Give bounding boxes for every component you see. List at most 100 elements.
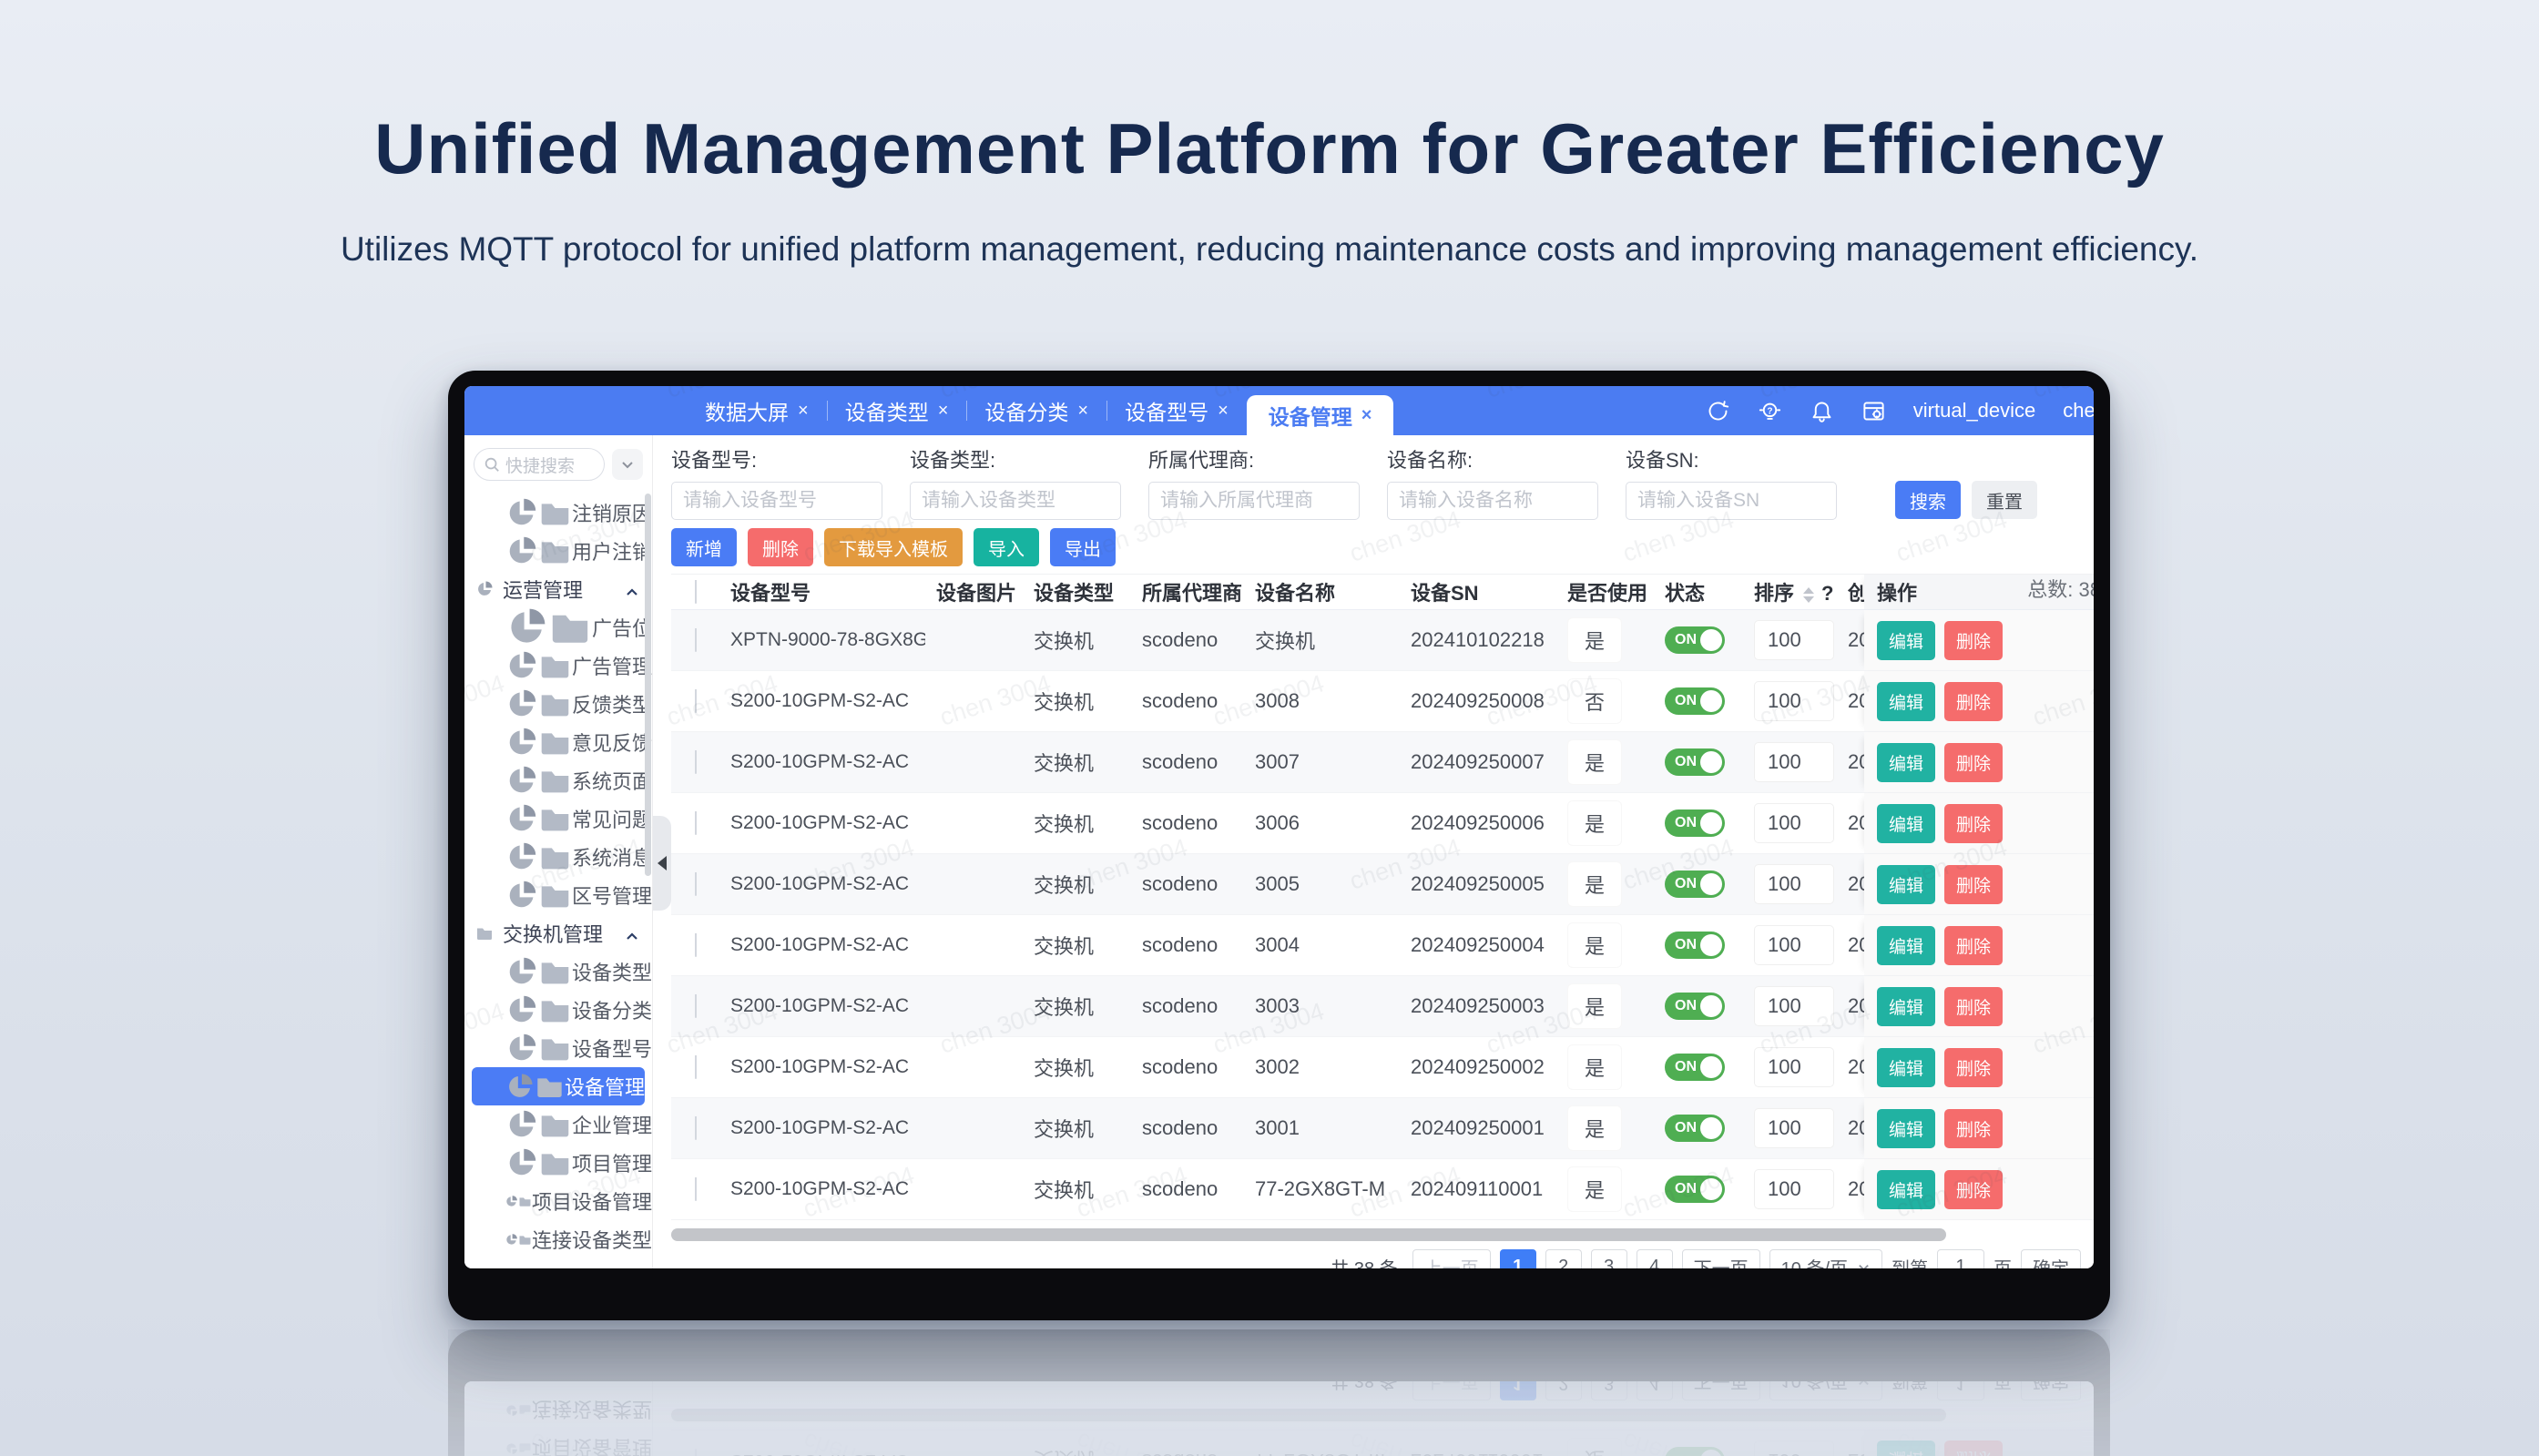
row-checkbox[interactable] — [695, 628, 697, 652]
tab-close-icon[interactable]: × — [1361, 405, 1372, 426]
sidebar-menu-item[interactable]: 意见反馈 — [464, 723, 652, 761]
prev-page-button[interactable]: 上一页 — [1412, 1249, 1491, 1268]
in-use-value[interactable]: 否 — [1567, 678, 1622, 724]
tab-item[interactable]: 数据大屏 × — [687, 386, 827, 435]
in-use-value[interactable]: 是 — [1567, 1044, 1622, 1090]
row-checkbox[interactable] — [695, 1177, 697, 1201]
action-button[interactable]: 下载导入模板 — [824, 528, 963, 566]
page-number-button[interactable]: 3 — [1591, 1249, 1627, 1268]
filter-input[interactable] — [1626, 482, 1837, 520]
sidebar-menu-item[interactable]: 用户注销 — [464, 532, 652, 570]
tab-close-icon[interactable]: × — [938, 401, 949, 422]
status-toggle[interactable]: ON — [1665, 993, 1725, 1020]
reset-button[interactable]: 重置 — [1972, 481, 2037, 519]
hint-bulb-icon[interactable]: ? — [1758, 399, 1782, 423]
username-secondary[interactable]: chen — [2063, 399, 2094, 423]
sidebar-menu-item[interactable]: 广告管理 — [464, 647, 652, 685]
row-checkbox[interactable] — [695, 994, 697, 1018]
goto-page-input[interactable] — [1937, 1249, 1984, 1268]
horizontal-scrollbar[interactable] — [671, 1228, 1946, 1241]
sidebar-collapse-handle[interactable] — [653, 816, 671, 911]
status-toggle[interactable]: ON — [1665, 1176, 1725, 1203]
filter-input[interactable] — [1387, 482, 1598, 520]
status-toggle[interactable]: ON — [1665, 1054, 1725, 1081]
in-use-value[interactable]: 是 — [1567, 617, 1622, 663]
edit-button[interactable]: 编辑 — [1877, 804, 1935, 843]
sort-value-input[interactable]: 100 — [1754, 986, 1834, 1026]
delete-button[interactable]: 删除 — [1944, 1048, 2003, 1087]
page-size-select[interactable]: 10 条/页 — [1769, 1249, 1882, 1268]
sidebar-menu-item[interactable]: 设备管理 — [472, 1067, 645, 1105]
edit-button[interactable]: 编辑 — [1877, 987, 1935, 1026]
row-checkbox[interactable] — [695, 811, 697, 835]
status-toggle[interactable]: ON — [1665, 748, 1725, 776]
sidebar-scrollbar-thumb[interactable] — [645, 494, 651, 876]
in-use-value[interactable]: 是 — [1567, 922, 1622, 968]
row-checkbox[interactable] — [695, 1116, 697, 1140]
edit-button[interactable]: 编辑 — [1877, 1170, 1935, 1209]
tab-item[interactable]: 设备分类 × — [966, 386, 1106, 435]
sidebar-menu-item[interactable]: 区号管理 — [464, 876, 652, 914]
sidebar-menu-item[interactable]: 系统页面 — [464, 761, 652, 799]
delete-button[interactable]: 删除 — [1944, 743, 2003, 782]
chevron-up-icon[interactable] — [625, 582, 639, 596]
sidebar-menu-item[interactable]: 企业管理 — [464, 1105, 652, 1144]
sidebar-menu-item[interactable]: 常见问题 — [464, 799, 652, 838]
row-checkbox[interactable] — [695, 1055, 697, 1079]
sidebar-menu-item[interactable]: 交换机管理 — [464, 914, 652, 952]
username-virtual-device[interactable]: virtual_device — [1913, 399, 2036, 423]
sort-value-input[interactable]: 100 — [1754, 681, 1834, 721]
sort-value-input[interactable]: 100 — [1754, 1169, 1834, 1209]
tab-item[interactable]: 设备管理 × — [1247, 395, 1394, 435]
tab-item[interactable]: 设备型号 × — [1106, 386, 1247, 435]
sort-value-input[interactable]: 100 — [1754, 1108, 1834, 1148]
filter-input[interactable] — [1148, 482, 1360, 520]
tab-close-icon[interactable]: × — [1077, 401, 1088, 422]
delete-button[interactable]: 删除 — [1944, 987, 2003, 1026]
delete-button[interactable]: 删除 — [1944, 865, 2003, 904]
edit-button[interactable]: 编辑 — [1877, 926, 1935, 965]
sort-value-input[interactable]: 100 — [1754, 925, 1834, 965]
status-toggle[interactable]: ON — [1665, 1115, 1725, 1142]
search-button[interactable]: 搜索 — [1895, 481, 1961, 519]
delete-button[interactable]: 删除 — [1944, 1109, 2003, 1148]
sort-value-input[interactable]: 100 — [1754, 1047, 1834, 1087]
sidebar-menu-item[interactable]: 设备分类 — [464, 991, 652, 1029]
in-use-value[interactable]: 是 — [1567, 1105, 1622, 1151]
row-checkbox[interactable] — [695, 872, 697, 896]
sidebar-search-input[interactable]: 快捷搜索 — [474, 448, 605, 481]
delete-button[interactable]: 删除 — [1944, 1170, 2003, 1209]
edit-button[interactable]: 编辑 — [1877, 743, 1935, 782]
sidebar-search-dropdown-button[interactable] — [612, 449, 643, 480]
sidebar-menu-item[interactable]: 运营管理 — [464, 570, 652, 608]
edit-button[interactable]: 编辑 — [1877, 1109, 1935, 1148]
tab-item[interactable]: 设备类型 × — [827, 386, 967, 435]
row-checkbox[interactable] — [695, 750, 697, 774]
page-number-button[interactable]: 4 — [1637, 1249, 1673, 1268]
sidebar-menu-item[interactable]: 设备类型 — [464, 952, 652, 991]
status-toggle[interactable]: ON — [1665, 626, 1725, 654]
sidebar-menu-item[interactable]: 广告位 — [464, 608, 652, 647]
action-button[interactable]: 导入 — [974, 528, 1039, 566]
bell-icon[interactable] — [1810, 399, 1834, 423]
status-toggle[interactable]: ON — [1665, 932, 1725, 959]
settings-panel-icon[interactable] — [1861, 399, 1886, 423]
delete-button[interactable]: 删除 — [1944, 926, 2003, 965]
row-checkbox[interactable] — [695, 933, 697, 957]
sort-help-icon[interactable]: ? — [1821, 582, 1833, 605]
delete-button[interactable]: 删除 — [1944, 621, 2003, 660]
action-button[interactable]: 删除 — [748, 528, 813, 566]
in-use-value[interactable]: 是 — [1567, 800, 1622, 846]
sidebar-menu-item[interactable]: 项目设备管理 — [464, 1182, 652, 1220]
sort-carets-icon[interactable] — [1803, 587, 1814, 603]
tab-close-icon[interactable]: × — [1218, 401, 1229, 422]
in-use-value[interactable]: 是 — [1567, 983, 1622, 1029]
action-button[interactable]: 新增 — [671, 528, 737, 566]
edit-button[interactable]: 编辑 — [1877, 682, 1935, 721]
page-number-button[interactable]: 1 — [1500, 1249, 1536, 1268]
status-toggle[interactable]: ON — [1665, 809, 1725, 837]
goto-confirm-button[interactable]: 确定 — [2021, 1249, 2081, 1268]
sidebar-menu-item[interactable]: 设备型号 — [464, 1029, 652, 1067]
next-page-button[interactable]: 下一页 — [1682, 1249, 1760, 1268]
delete-button[interactable]: 删除 — [1944, 682, 2003, 721]
